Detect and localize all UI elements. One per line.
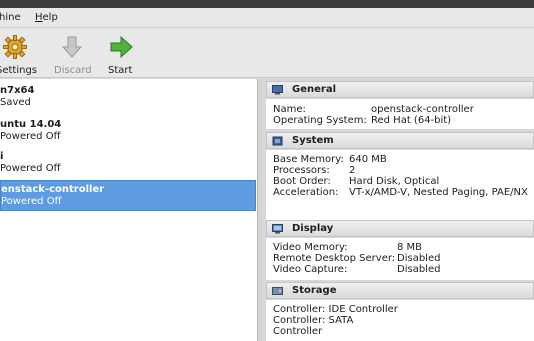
menu-bar: hine Help: [0, 8, 534, 28]
discard-button[interactable]: Discard: [50, 32, 94, 78]
section-general-header[interactable]: General: [266, 81, 534, 98]
detail-key: Name:: [273, 104, 306, 115]
storage-icon: [272, 287, 283, 295]
detail-key: Processors:: [273, 165, 330, 176]
toolbar: Settings Discard Start: [0, 28, 534, 78]
chip-icon: [272, 136, 283, 146]
vm-name: n7x64: [0, 85, 35, 96]
vm-list-item[interactable]: n7x64 Saved: [0, 82, 256, 113]
section-title: General: [292, 84, 336, 95]
detail-key: Controller: IDE Controller: [273, 304, 398, 315]
detail-value: 2: [349, 165, 356, 176]
vm-state: Saved: [0, 97, 31, 108]
display-icon: [272, 224, 283, 234]
menu-machine-label: hine: [0, 12, 21, 23]
section-system-header[interactable]: System: [266, 132, 534, 149]
vm-list: n7x64 Saved untu 14.04 Powered Off i Pow…: [0, 79, 258, 341]
section-system: System Base Memory: 640 MB Processors: 2…: [266, 132, 534, 222]
detail-value: Hard Disk, Optical: [349, 176, 440, 187]
section-system-body: Base Memory: 640 MB Processors: 2 Boot O…: [266, 150, 534, 220]
gear-icon: [3, 35, 27, 59]
detail-key: Video Capture:: [273, 264, 348, 275]
detail-key: Operating System:: [273, 115, 367, 126]
section-storage-body: Controller: IDE Controller Controller: S…: [266, 300, 534, 341]
vm-list-item[interactable]: i Powered Off: [0, 148, 256, 179]
start-label: Start: [108, 65, 133, 76]
detail-value: 640 MB: [349, 154, 387, 165]
detail-key: Video Memory:: [273, 242, 348, 253]
menu-help-mnemonic: H: [35, 12, 43, 23]
detail-key: Base Memory:: [273, 154, 344, 165]
detail-key: Boot Order:: [273, 176, 331, 187]
vm-list-item-selected[interactable]: enstack-controller Powered Off: [0, 180, 256, 211]
start-button[interactable]: Start: [104, 32, 138, 78]
vm-name: i: [0, 151, 4, 162]
detail-value: 8 MB: [397, 242, 423, 253]
menu-help[interactable]: Help: [35, 12, 58, 23]
section-general-body: Name: openstack-controller Operating Sys…: [266, 99, 534, 129]
detail-value: VT-x/AMD-V, Nested Paging, PAE/NX: [349, 187, 528, 198]
section-display: Display Video Memory: 8 MB Remote Deskto…: [266, 220, 534, 280]
detail-value: Disabled: [397, 264, 441, 275]
menu-machine[interactable]: hine: [0, 12, 21, 23]
vm-state: Powered Off: [0, 163, 61, 174]
detail-value: openstack-controller: [371, 104, 474, 115]
settings-label: Settings: [0, 65, 38, 76]
menu-help-label: elp: [42, 12, 58, 23]
details-pane: General Name: openstack-controller Opera…: [262, 79, 534, 341]
vm-state: Powered Off: [1, 196, 62, 207]
discard-arrow-icon: [61, 36, 83, 58]
section-display-body: Video Memory: 8 MB Remote Desktop Server…: [266, 238, 534, 280]
vm-list-item[interactable]: untu 14.04 Powered Off: [0, 116, 256, 147]
section-title: Display: [292, 223, 334, 234]
section-storage-header[interactable]: Storage: [266, 282, 534, 299]
detail-value: Disabled: [397, 253, 441, 264]
detail-value: Red Hat (64-bit): [371, 115, 452, 126]
section-general: General Name: openstack-controller Opera…: [266, 81, 534, 129]
start-arrow-icon: [110, 35, 133, 59]
monitor-icon: [272, 85, 283, 95]
vm-state: Powered Off: [0, 131, 61, 142]
window-titlebar: [0, 0, 534, 8]
detail-key: Acceleration:: [273, 187, 339, 198]
settings-button[interactable]: Settings: [0, 32, 40, 78]
section-storage: Storage Controller: IDE Controller Contr…: [266, 282, 534, 341]
section-title: System: [292, 135, 334, 146]
section-display-header[interactable]: Display: [266, 220, 534, 237]
vm-name: enstack-controller: [1, 184, 105, 195]
detail-key: Controller: [273, 326, 323, 337]
detail-key: Controller: SATA: [273, 315, 354, 326]
detail-key: Remote Desktop Server:: [273, 253, 396, 264]
vm-name: untu 14.04: [0, 119, 62, 130]
section-title: Storage: [292, 285, 337, 296]
discard-label: Discard: [54, 65, 92, 76]
